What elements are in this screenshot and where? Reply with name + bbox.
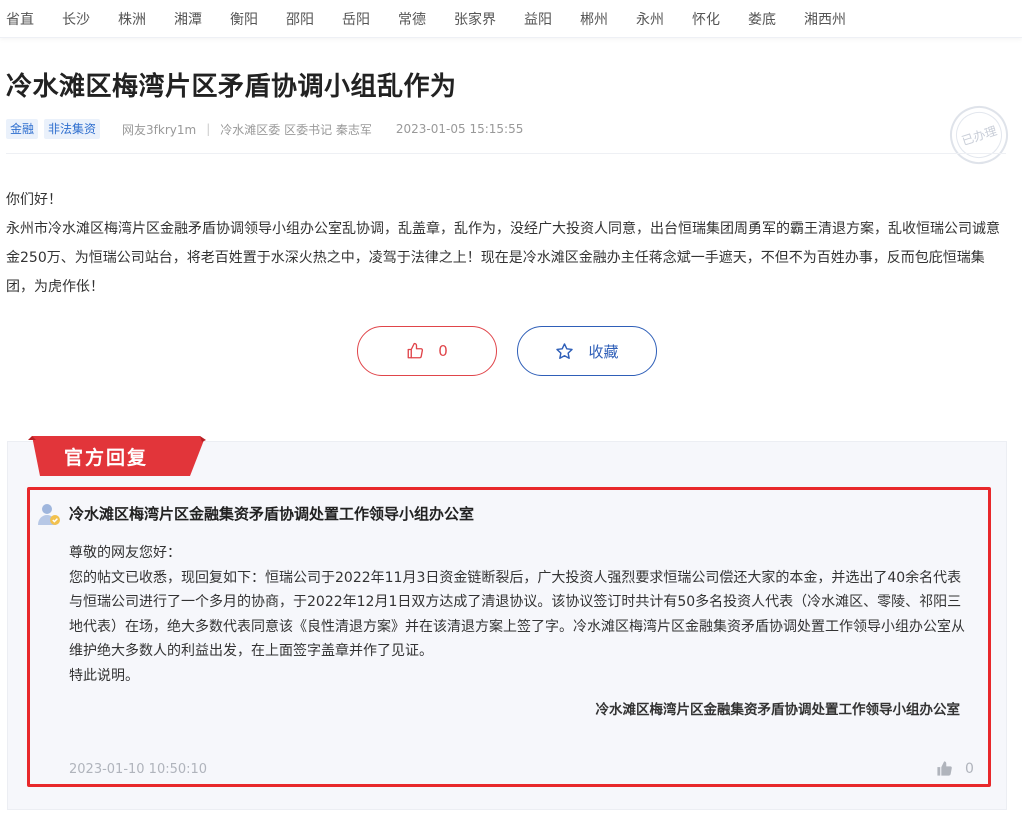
post-author: 网友3fkry1m — [122, 122, 197, 137]
reply-paragraph: 您的帖文已收悉，现回复如下：恒瑞公司于2022年11月3日资金链断裂后，广大投资… — [69, 569, 965, 660]
thumbs-up-icon — [937, 761, 952, 776]
reply-closing: 特此说明。 — [69, 667, 139, 684]
nav-item-hengyang[interactable]: 衡阳 — [230, 9, 258, 29]
nav-item-yiyang[interactable]: 益阳 — [524, 9, 552, 29]
post-paragraph: 永州市冷水滩区梅湾片区金融矛盾协调领导小组办公室乱协调，乱盖章，乱作为，没经广大… — [6, 221, 1000, 295]
nav-item-loudi[interactable]: 娄底 — [748, 9, 776, 29]
meta-separator: | — [206, 122, 211, 136]
reply-department-name: 冷水滩区梅湾片区金融集资矛盾协调处置工作领导小组办公室 — [69, 505, 475, 523]
post-department: 冷水滩区委 区委书记 秦志军 — [220, 122, 372, 137]
nav-item-yueyang[interactable]: 岳阳 — [342, 9, 370, 29]
reply-like-count: 0 — [965, 760, 974, 777]
nav-item-zhangjiajie[interactable]: 张家界 — [454, 9, 496, 29]
processed-stamp: 已办理 — [942, 98, 1016, 172]
like-count: 0 — [438, 342, 448, 360]
nav-item-changde[interactable]: 常德 — [398, 9, 426, 29]
like-button[interactable]: 0 — [357, 326, 497, 376]
post-greeting: 你们好！ — [6, 192, 62, 208]
processed-stamp-text: 已办理 — [950, 106, 1008, 164]
nav-item-xiangxi[interactable]: 湘西州 — [804, 9, 846, 29]
favorite-button[interactable]: 收藏 — [517, 326, 657, 376]
nav-item-chenzhou[interactable]: 郴州 — [580, 9, 608, 29]
reply-time: 2023-01-10 10:50:10 — [69, 762, 208, 777]
favorite-label: 收藏 — [588, 342, 619, 361]
post-time: 2023-01-05 15:15:55 — [395, 122, 524, 136]
nav-item-huaihua[interactable]: 怀化 — [692, 9, 720, 29]
tag-finance[interactable]: 金融 — [6, 119, 39, 139]
reply-like-button[interactable]: 0 — [936, 760, 974, 777]
region-nav: 省直 长沙 株洲 湘潭 衡阳 邵阳 岳阳 常德 张家界 益阳 郴州 永州 怀化 … — [0, 0, 1022, 38]
nav-item-shengzhi[interactable]: 省直 — [6, 9, 34, 29]
reply-signature: 冷水滩区梅湾片区金融集资矛盾协调处置工作领导小组办公室 — [595, 702, 961, 718]
department-avatar-icon — [38, 504, 60, 525]
nav-item-xiangtan[interactable]: 湘潭 — [174, 9, 202, 29]
title-divider — [6, 153, 1006, 154]
thumbs-up-icon — [407, 342, 424, 359]
nav-item-changsha[interactable]: 长沙 — [62, 9, 90, 29]
reply-body: 尊敬的网友您好： 您的帖文已收悉，现回复如下：恒瑞公司于2022年11月3日资金… — [69, 541, 969, 688]
star-icon — [556, 342, 574, 359]
official-reply-ribbon: 官方回复 — [28, 436, 206, 476]
nav-item-shaoyang[interactable]: 邵阳 — [286, 9, 314, 29]
post-meta: 金融 非法集资 网友3fkry1m | 冷水滩区委 区委书记 秦志军 2023-… — [6, 118, 523, 140]
nav-item-yongzhou[interactable]: 永州 — [636, 9, 664, 29]
official-reply-label: 官方回复 — [63, 446, 148, 469]
nav-item-zhuzhou[interactable]: 株洲 — [118, 9, 146, 29]
tag-illegal-fundraising[interactable]: 非法集资 — [44, 119, 101, 139]
page-title: 冷水滩区梅湾片区矛盾协调小组乱作为 — [6, 72, 457, 102]
reply-greeting: 尊敬的网友您好： — [69, 545, 181, 561]
post-body: 你们好！ 永州市冷水滩区梅湾片区金融矛盾协调领导小组办公室乱协调，乱盖章，乱作为… — [6, 186, 1006, 302]
